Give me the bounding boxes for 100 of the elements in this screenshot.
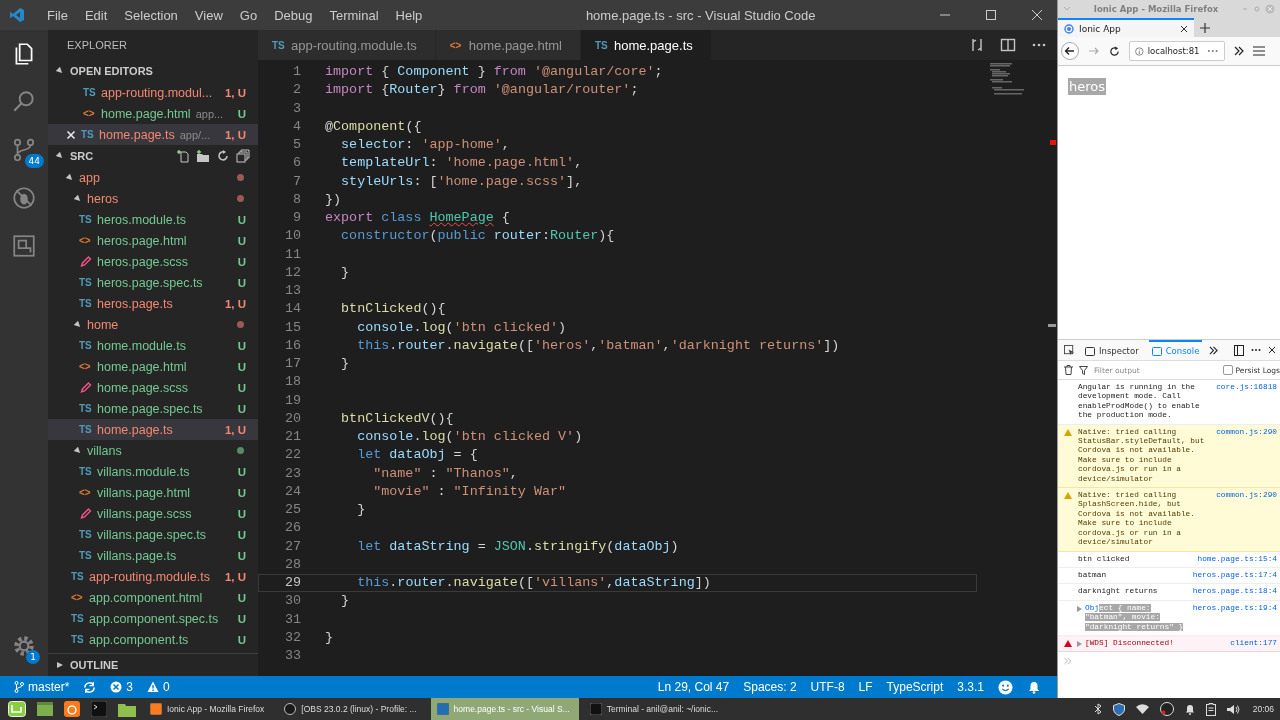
menu-item[interactable]: View	[194, 7, 223, 23]
status-item[interactable]: UTF-8	[810, 680, 845, 694]
expand-icon[interactable]	[1077, 640, 1082, 647]
menu-item[interactable]: Terminal	[329, 7, 379, 23]
error-icon[interactable]	[110, 681, 123, 693]
reload-icon[interactable]	[1109, 45, 1120, 57]
taskbar-button[interactable]: Terminal - anil@anil: ~/ionic...	[583, 698, 728, 720]
extensions-icon[interactable]	[11, 233, 37, 259]
taskbar-button[interactable]: [OBS 23.0.2 (linux) - Profile: ...	[278, 698, 426, 720]
explorer-row[interactable]: home.page.scss U	[48, 377, 258, 398]
status-item[interactable]: TypeScript	[886, 680, 944, 694]
new-tab-icon[interactable]	[1200, 22, 1210, 33]
warning-icon[interactable]	[147, 681, 160, 693]
overflow-chevron-icon[interactable]	[1234, 46, 1244, 56]
explorer-row[interactable]: TS home.page.ts 1, U	[48, 419, 258, 440]
menu-item[interactable]: Edit	[84, 7, 108, 23]
explorer-row[interactable]: TS villans.page.ts U	[48, 545, 258, 566]
dock-icon[interactable]	[1234, 344, 1244, 356]
clock[interactable]: 20:06	[1252, 704, 1274, 714]
filter-icon[interactable]	[1079, 365, 1088, 375]
menu-item[interactable]: Help	[395, 7, 423, 23]
explorer-row[interactable]: <> app.component.html U	[48, 587, 258, 608]
compare-icon[interactable]	[969, 37, 985, 53]
explorer-row[interactable]: app	[48, 167, 258, 188]
maximize-icon[interactable]	[985, 9, 997, 21]
volume-icon[interactable]	[1226, 703, 1240, 715]
explorer-row[interactable]: <> home.page.html U	[48, 356, 258, 377]
explorer-row[interactable]: TS app.component.spec.ts U	[48, 608, 258, 629]
explorer-row[interactable]: TS heros.module.ts U	[48, 209, 258, 230]
smiley-icon[interactable]	[998, 679, 1013, 695]
editor-tab[interactable]: TS home.page.ts	[581, 30, 712, 60]
status-item[interactable]: Spaces: 2	[743, 680, 797, 694]
status-item[interactable]: LF	[858, 680, 873, 694]
open-editor-row[interactable]: <> home.page.html app... U	[48, 103, 258, 124]
bell-icon[interactable]	[1184, 703, 1195, 715]
refresh-icon[interactable]	[216, 149, 230, 163]
section-title[interactable]: SRC	[70, 150, 94, 162]
error-count[interactable]: 3	[126, 680, 134, 694]
explorer-row[interactable]: heros.page.scss U	[48, 251, 258, 272]
shield-icon[interactable]	[1112, 702, 1125, 716]
taskbar-button[interactable]: Ionic App - Mozilla Firefox	[144, 698, 274, 720]
explorer-row[interactable]: TS heros.page.ts 1, U	[48, 293, 258, 314]
branch-name[interactable]: master*	[28, 680, 70, 694]
menu-item[interactable]: File	[47, 7, 68, 23]
chevron-icon[interactable]	[56, 661, 64, 669]
editor-tab[interactable]: TS app-routing.module.ts	[258, 30, 436, 60]
sync-icon[interactable]	[83, 680, 97, 694]
settings-icon[interactable]	[11, 633, 37, 659]
menu-item[interactable]: Selection	[124, 7, 178, 23]
menu-icon[interactable]	[1253, 46, 1265, 56]
wifi-icon[interactable]	[1135, 704, 1149, 714]
element-picker-icon[interactable]	[1064, 344, 1075, 356]
menu-item[interactable]: Debug	[274, 7, 313, 23]
explorer-row[interactable]: TS villans.module.ts U	[48, 461, 258, 482]
trash-icon[interactable]	[1064, 365, 1073, 375]
start-menu-icon[interactable]	[8, 701, 26, 717]
terminal-icon[interactable]	[91, 701, 107, 717]
status-item[interactable]: 3.3.1	[957, 680, 984, 694]
close-icon[interactable]	[1180, 24, 1188, 33]
bluetooth-icon[interactable]	[1093, 703, 1102, 715]
more-icon[interactable]	[1251, 348, 1261, 352]
clipboard-icon[interactable]	[1205, 702, 1216, 716]
overflow-chevron-icon[interactable]	[1209, 345, 1219, 355]
explorer-row[interactable]: <> heros.page.html U	[48, 230, 258, 251]
browser-tab[interactable]: Ionic App	[1058, 18, 1194, 37]
browser-icon[interactable]	[64, 701, 80, 717]
expand-icon[interactable]	[1077, 605, 1082, 612]
collapse-all-icon[interactable]	[236, 149, 250, 163]
close-icon[interactable]	[1268, 346, 1276, 354]
address-bar[interactable]: localhost:81	[1129, 41, 1225, 61]
bug-icon[interactable]	[11, 185, 37, 211]
status-item[interactable]: Ln 29, Col 47	[657, 680, 730, 694]
devtools-tab[interactable]: Inspector	[1082, 340, 1142, 360]
new-folder-icon[interactable]	[196, 149, 210, 163]
explorer-row[interactable]: TS villans.page.spec.ts U	[48, 524, 258, 545]
bell-icon[interactable]	[1027, 680, 1041, 694]
explorer-row[interactable]: heros	[48, 188, 258, 209]
section-title[interactable]: OPEN EDITORS	[70, 65, 153, 77]
warning-count[interactable]: 0	[163, 680, 170, 694]
explorer-row[interactable]: TS heros.page.spec.ts U	[48, 272, 258, 293]
devtools-tab[interactable]: Console	[1148, 340, 1203, 360]
recorder-icon[interactable]	[1159, 702, 1174, 716]
menu-item[interactable]: Go	[239, 7, 258, 23]
explorer-row[interactable]: TS home.module.ts U	[48, 335, 258, 356]
explorer-row[interactable]: home	[48, 314, 258, 335]
new-file-icon[interactable]	[176, 149, 190, 163]
explorer-row[interactable]: TS app-routing.module.ts 1, U	[48, 566, 258, 587]
editor-tab[interactable]: <> home.page.html	[435, 30, 581, 60]
folder-icon[interactable]	[118, 701, 136, 717]
explorer-row[interactable]: TS home.page.spec.ts U	[48, 398, 258, 419]
explorer-row[interactable]: <> villans.page.html U	[48, 482, 258, 503]
checkbox[interactable]	[1222, 365, 1233, 375]
open-editor-row[interactable]: TS app-routing.modul... 1, U	[48, 82, 258, 103]
open-editor-row[interactable]: TS home.page.ts app/... 1, U	[48, 124, 258, 145]
section-title[interactable]: OUTLINE	[70, 659, 119, 671]
back-button[interactable]	[1061, 42, 1079, 60]
branch-icon[interactable]	[14, 681, 24, 693]
explorer-row[interactable]: villans.page.scss U	[48, 503, 258, 524]
explorer-row[interactable]: TS app.component.ts U	[48, 629, 258, 650]
explorer-row[interactable]: villans	[48, 440, 258, 461]
